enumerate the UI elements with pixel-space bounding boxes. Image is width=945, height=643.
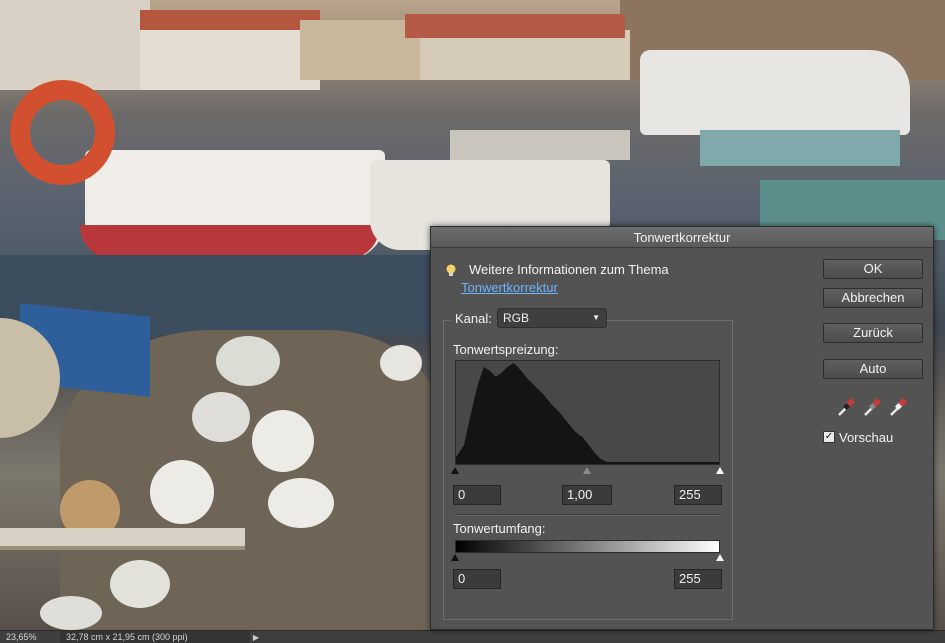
input-gamma-handle[interactable] bbox=[583, 467, 591, 474]
gray-point-eyedropper-icon[interactable] bbox=[861, 396, 883, 418]
input-levels-label: Tonwertspreizung: bbox=[453, 342, 559, 357]
input-white-handle[interactable] bbox=[716, 467, 724, 474]
input-gamma-field[interactable]: 1,00 bbox=[562, 485, 612, 505]
black-point-eyedropper-icon[interactable] bbox=[835, 396, 857, 418]
status-bar: 23,65% 32,78 cm x 21,95 cm (300 ppi) ▶ bbox=[0, 630, 945, 643]
preview-label[interactable]: Vorschau bbox=[839, 430, 893, 445]
input-black-field[interactable]: 0 bbox=[453, 485, 501, 505]
cancel-button[interactable]: Abbrechen bbox=[823, 288, 923, 308]
help-link[interactable]: Tonwertkorrektur bbox=[461, 280, 558, 295]
dialog-title[interactable]: Tonwertkorrektur bbox=[431, 227, 933, 248]
status-menu-arrow-icon[interactable]: ▶ bbox=[250, 633, 262, 642]
auto-button[interactable]: Auto bbox=[823, 359, 923, 379]
output-black-field[interactable]: 0 bbox=[453, 569, 501, 589]
output-gradient bbox=[455, 540, 720, 553]
input-black-handle[interactable] bbox=[451, 467, 459, 474]
document-size: 32,78 cm x 21,95 cm (300 ppi) bbox=[60, 631, 250, 643]
info-title: Weitere Informationen zum Thema bbox=[469, 262, 669, 277]
output-white-handle[interactable] bbox=[716, 554, 724, 561]
input-levels-slider[interactable] bbox=[451, 465, 724, 477]
channel-select[interactable]: RGB ▼ bbox=[497, 308, 607, 328]
output-white-field[interactable]: 255 bbox=[674, 569, 722, 589]
divider bbox=[455, 514, 720, 516]
channel-label: Kanal: bbox=[451, 311, 496, 326]
eyedropper-group bbox=[835, 396, 915, 418]
zoom-level[interactable]: 23,65% bbox=[0, 632, 60, 642]
lightbulb-icon bbox=[446, 264, 456, 276]
back-button[interactable]: Zurück bbox=[823, 323, 923, 343]
output-levels-slider[interactable] bbox=[451, 553, 724, 565]
output-levels-label: Tonwertumfang: bbox=[453, 521, 546, 536]
histogram bbox=[455, 360, 720, 465]
preview-checkbox[interactable]: ✓ bbox=[823, 431, 835, 443]
levels-dialog: Tonwertkorrektur Weitere Informationen z… bbox=[430, 226, 934, 630]
ok-button[interactable]: OK bbox=[823, 259, 923, 279]
channel-value: RGB bbox=[503, 311, 530, 325]
output-black-handle[interactable] bbox=[451, 554, 459, 561]
chevron-down-icon: ▼ bbox=[592, 313, 600, 322]
white-point-eyedropper-icon[interactable] bbox=[887, 396, 909, 418]
input-white-field[interactable]: 255 bbox=[674, 485, 722, 505]
